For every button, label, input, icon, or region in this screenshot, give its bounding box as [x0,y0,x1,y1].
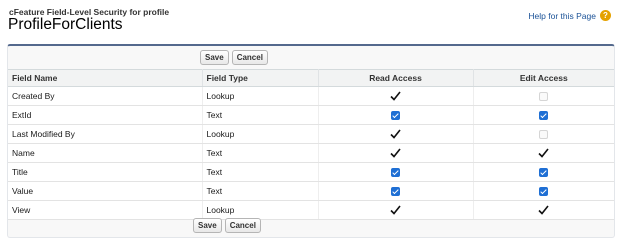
edit-access-cell [473,86,614,106]
edit-access-checkbox-disabled [539,92,549,102]
column-header-field-type: Field Type [202,69,319,87]
read-access-cell [318,143,474,163]
table-row: Title Text [8,162,614,182]
edit-access-checkbox-checked[interactable] [539,187,549,197]
read-access-cell [318,162,474,182]
edit-access-cell [473,105,614,125]
top-button-row: Save Cancel [200,50,268,65]
page-title: ProfileForClients [8,16,123,33]
table-row: Created By Lookup [8,86,614,106]
field-name-cell: Name [8,143,203,163]
edit-access-checkbox-checked[interactable] [539,111,549,121]
field-name-cell: ExtId [8,105,203,125]
table-row: ExtId Text [8,105,614,125]
read-access-checkbox-checked[interactable] [391,187,400,197]
edit-access-cell [473,181,614,201]
help-link-container[interactable]: Help for this Page ? [528,10,611,21]
field-name-cell: Created By [8,86,203,106]
checkmark-icon [538,148,549,159]
edit-access-cell [473,124,614,144]
cancel-button-bottom[interactable]: Cancel [224,218,261,233]
field-security-table: Field Name Field Type Read Access Edit A… [8,69,614,220]
field-type-cell: Text [202,162,319,182]
table-header-row: Field Name Field Type Read Access Edit A… [8,69,614,87]
field-name-cell: Title [8,162,203,182]
checkmark-icon [538,205,549,216]
read-access-checkbox-checked[interactable] [391,111,400,121]
save-button-top[interactable]: Save [200,50,229,65]
read-access-cell [318,124,474,144]
table-row: Name Text [8,143,614,163]
help-icon[interactable]: ? [600,10,611,21]
field-name-cell: Value [8,181,203,201]
edit-access-cell [473,162,614,182]
edit-access-checkbox-disabled [539,130,549,140]
save-button-bottom[interactable]: Save [193,218,222,233]
bottom-button-row: Save Cancel [193,218,261,233]
read-access-checkbox-checked[interactable] [391,168,400,178]
table-row: Last Modified By Lookup [8,124,614,144]
edit-access-checkbox-checked[interactable] [539,168,549,178]
edit-access-cell [473,143,614,163]
field-name-cell: Last Modified By [8,124,203,144]
field-type-cell: Text [202,143,319,163]
read-access-cell [318,181,474,201]
field-type-cell: Lookup [202,124,319,144]
column-header-read-access: Read Access [318,69,474,87]
help-link[interactable]: Help for this Page [528,11,596,21]
table-row: Value Text [8,181,614,201]
edit-access-cell [473,200,614,220]
table-row: View Lookup [8,200,614,220]
checkmark-icon [390,205,401,216]
field-name-cell: View [8,200,203,220]
field-type-cell: Text [202,181,319,201]
cancel-button-top[interactable]: Cancel [231,50,268,65]
read-access-cell [318,200,474,220]
field-type-cell: Text [202,105,319,125]
read-access-cell [318,105,474,125]
field-type-cell: Lookup [202,200,319,220]
field-type-cell: Lookup [202,86,319,106]
read-access-cell [318,86,474,106]
column-header-field-name: Field Name [8,69,203,87]
column-header-edit-access: Edit Access [473,69,614,87]
checkmark-icon [390,148,401,159]
checkmark-icon [390,91,401,102]
checkmark-icon [390,129,401,140]
